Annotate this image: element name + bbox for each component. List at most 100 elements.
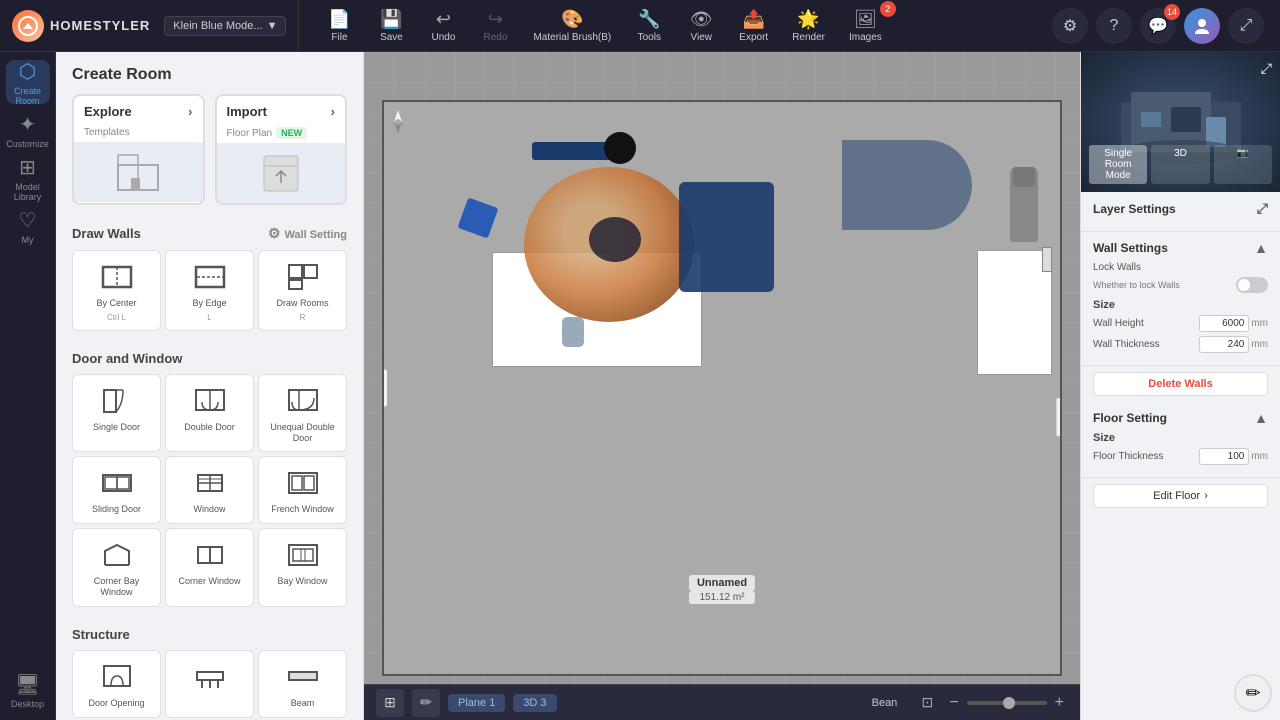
zoom-slider[interactable] [967, 701, 1047, 705]
tool-beam[interactable]: Beam [258, 650, 347, 718]
dim-right: 12632 [1057, 398, 1062, 436]
user-avatar[interactable] [1184, 8, 1220, 44]
save-button[interactable]: 💾 Save [367, 5, 415, 47]
sidebar-item-model-library[interactable]: ⊞ ModelLibrary [6, 156, 50, 200]
render-button[interactable]: 🌟 Render [782, 5, 835, 47]
layer-settings-section: Layer Settings ⤢ [1081, 192, 1280, 232]
bottom-bar: ⊞ ✏ Plane 1 3D 3 Bean ⊡ − + [364, 684, 1080, 720]
double-door-label: Double Door [184, 422, 235, 433]
zoom-out-button[interactable]: − [945, 694, 962, 712]
tool-door-opening[interactable]: Door Opening [72, 650, 161, 718]
wall-thickness-input[interactable] [1199, 336, 1249, 353]
tool-corner-bay-window[interactable]: Corner Bay Window [72, 528, 161, 607]
wall-settings-section: Wall Settings ▲ Lock Walls Whether to lo… [1081, 232, 1280, 366]
tool-single-door[interactable]: Single Door [72, 374, 161, 453]
zoom-slider-thumb [1003, 697, 1015, 709]
images-button[interactable]: 🖼 Images 2 [839, 5, 892, 47]
lock-walls-toggle[interactable] [1236, 277, 1268, 293]
file-button[interactable]: 📄 File [315, 5, 363, 47]
settings-button[interactable]: ⚙ [1052, 8, 1088, 44]
wall-settings-collapse-icon[interactable]: ▲ [1254, 240, 1268, 256]
expand-button[interactable]: ⤢ [1228, 8, 1264, 44]
wall-setting-button[interactable]: ⚙ Wall Setting [268, 225, 347, 242]
tool-double-door[interactable]: Double Door [165, 374, 254, 453]
view-button[interactable]: 👁 View [677, 5, 725, 47]
tool-french-window[interactable]: French Window [258, 456, 347, 524]
import-card[interactable]: Import › Floor Plan NEW [215, 94, 348, 205]
draw-mode-button[interactable]: ✏ [412, 689, 440, 717]
redo-icon: ↪ [488, 9, 503, 30]
delete-walls-button[interactable]: Delete Walls [1093, 372, 1268, 396]
floor-settings-header[interactable]: Floor Setting ▲ [1093, 410, 1268, 426]
redo-button[interactable]: ↪ Redo [471, 5, 519, 47]
sliding-door-label: Sliding Door [92, 504, 141, 515]
material-brush-icon: 🎨 [561, 9, 583, 30]
expand-preview-button[interactable]: ⤢ [1261, 60, 1272, 77]
by-edge-key: L [207, 313, 211, 322]
tool-by-edge[interactable]: By Edge L [165, 250, 254, 331]
sidebar-item-desktop[interactable]: 🖥 Desktop [6, 668, 50, 712]
unequal-double-door-icon [283, 383, 323, 418]
window-label: Window [193, 504, 225, 515]
single-room-mode-button[interactable]: Single Room Mode [1089, 145, 1147, 184]
tools-button[interactable]: 🔧 Tools [625, 5, 673, 47]
edit-floor-button[interactable]: Edit Floor › [1093, 484, 1268, 508]
tool-sliding-door[interactable]: Sliding Door [72, 456, 161, 524]
sidebar-item-create-room[interactable]: ⬡ CreateRoom [6, 60, 50, 104]
layer-settings-expand-icon[interactable]: ⤢ [1257, 200, 1268, 217]
mode-badge[interactable]: Klein Blue Mode... ▼ [164, 16, 286, 36]
tool-bay-window[interactable]: Bay Window [258, 528, 347, 607]
layer-settings-header[interactable]: Layer Settings ⤢ [1093, 200, 1268, 217]
corner-window-label: Corner Window [178, 576, 240, 587]
sliding-door-icon [97, 465, 137, 500]
explore-card[interactable]: Explore › Templates [72, 94, 205, 205]
railing-icon [190, 659, 230, 694]
import-arrow-icon: › [331, 104, 335, 119]
corner-bay-window-label: Corner Bay Window [77, 576, 156, 598]
french-window-icon [283, 465, 323, 500]
messages-button[interactable]: 💬 14 [1140, 8, 1176, 44]
floor-settings-label: Floor Setting [1093, 411, 1167, 425]
tool-by-center[interactable]: By Center Ctrl L [72, 250, 161, 331]
undo-button[interactable]: ↩ Undo [419, 5, 467, 47]
bay-window-icon [283, 537, 323, 572]
undo-label: Undo [432, 32, 456, 43]
screenshot-button[interactable]: 📷 [1214, 145, 1272, 184]
door-tools-grid: Single Door Double Door Unequal Double D… [56, 374, 363, 619]
snap-button[interactable]: ⊞ [376, 689, 404, 717]
wall-height-label: Wall Height [1093, 318, 1199, 329]
tool-unequal-double-door[interactable]: Unequal Double Door [258, 374, 347, 453]
3d-mode-button[interactable]: 3D [1151, 145, 1209, 184]
zoom-in-button[interactable]: + [1051, 694, 1068, 712]
wall-height-input[interactable] [1199, 315, 1249, 332]
messages-badge: 14 [1164, 4, 1180, 20]
explore-preview [74, 142, 203, 202]
tool-corner-window[interactable]: Corner Window [165, 528, 254, 607]
help-button[interactable]: ? [1096, 8, 1132, 44]
plane-tab[interactable]: Plane 1 [448, 694, 505, 712]
canvas-area[interactable]: 11663 11633 12632 11663 [364, 52, 1080, 720]
tool-window[interactable]: Window [165, 456, 254, 524]
floor-settings-collapse-icon[interactable]: ▲ [1254, 410, 1268, 426]
material-brush-button[interactable]: 🎨 Material Brush(B) [523, 5, 621, 47]
floor-thickness-input[interactable] [1199, 448, 1249, 465]
sidebar-item-customize[interactable]: ✦ Customize [6, 108, 50, 152]
furniture-sofa [679, 182, 774, 292]
undo-icon: ↩ [436, 9, 451, 30]
wall-settings-header[interactable]: Wall Settings ▲ [1093, 240, 1268, 256]
import-preview [217, 143, 346, 203]
sidebar-item-my[interactable]: ♡ My [6, 204, 50, 248]
view-3d-tab[interactable]: 3D 3 [513, 694, 556, 712]
right-panel: ⤢ Single Room Mode 3D 📷 Layer Settings ⤢… [1080, 52, 1280, 720]
window-icon [190, 465, 230, 500]
fit-screen-button[interactable]: ⊡ [913, 689, 941, 717]
tool-railing[interactable] [165, 650, 254, 718]
export-button[interactable]: 📤 Export [729, 5, 778, 47]
tool-draw-rooms[interactable]: Draw Rooms R [258, 250, 347, 331]
create-room-icon: ⬡ [19, 59, 36, 84]
chat-bubble-button[interactable]: ✏ [1234, 674, 1272, 712]
toolbar-actions: 📄 File 💾 Save ↩ Undo ↪ Redo 🎨 Material B… [299, 5, 1036, 47]
bay-window-label: Bay Window [277, 576, 327, 587]
furniture-black-circle [604, 132, 636, 164]
wall-setting-label: Wall Setting [284, 229, 347, 241]
